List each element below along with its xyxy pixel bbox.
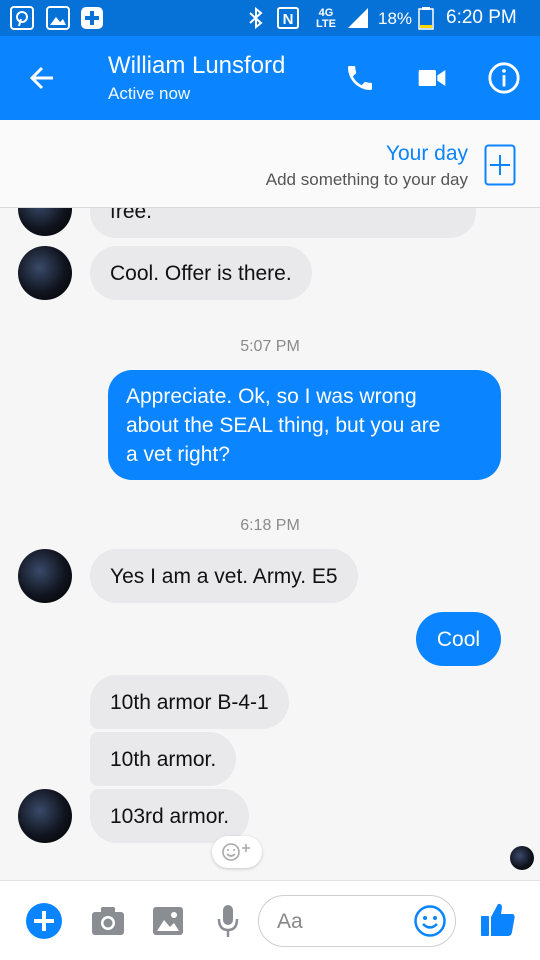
message-timestamp: 5:07 PM xyxy=(240,338,300,355)
plus-icon xyxy=(26,903,62,939)
camera-icon xyxy=(92,907,124,935)
contact-active-status: Active now xyxy=(108,84,191,103)
message-text: 10th armor B-4-1 xyxy=(110,690,269,714)
voice-message-button[interactable] xyxy=(208,901,248,941)
gallery-button[interactable] xyxy=(148,901,188,941)
message-thread[interactable]: free. Cool. Offer is there. 5:07 PM Appr… xyxy=(0,208,540,880)
your-day-title[interactable]: Your day xyxy=(386,142,468,166)
incoming-message[interactable]: 10th armor. xyxy=(90,732,237,786)
clock: 6:20 PM xyxy=(446,7,517,28)
outgoing-message[interactable]: Cool xyxy=(416,612,501,666)
status-bar: N 4G LTE 18% 6:20 PM xyxy=(0,0,540,36)
outgoing-message[interactable]: Appreciate. Ok, so I was wrong about the… xyxy=(108,370,501,480)
message-text: Cool xyxy=(436,627,481,651)
send-like-button[interactable] xyxy=(478,899,518,939)
read-receipt-avatar xyxy=(510,846,534,870)
add-to-day-plus-icon[interactable] xyxy=(484,144,516,186)
video-call-button[interactable] xyxy=(410,56,454,100)
more-actions-button[interactable] xyxy=(24,901,64,941)
contact-avatar[interactable] xyxy=(18,549,72,603)
your-day-banner[interactable]: Your day Add something to your day xyxy=(0,120,540,208)
signal-icon xyxy=(348,8,368,28)
message-input[interactable] xyxy=(277,908,407,936)
message-text: Yes I am a vet. Army. E5 xyxy=(110,564,338,588)
back-arrow-icon xyxy=(29,66,53,90)
message-line: Appreciate. Ok, so I was wrong xyxy=(126,384,417,408)
incoming-message[interactable]: Yes I am a vet. Army. E5 xyxy=(90,549,358,603)
incoming-message[interactable]: free. xyxy=(90,208,476,238)
your-day-subtitle: Add something to your day xyxy=(265,170,468,189)
back-button[interactable] xyxy=(18,54,66,102)
message-composer xyxy=(0,880,540,960)
message-text: 103rd armor. xyxy=(110,804,230,828)
emoji-button[interactable] xyxy=(413,904,447,938)
phone-icon xyxy=(348,66,372,90)
image-icon xyxy=(153,907,183,935)
gallery-notification-icon xyxy=(46,6,70,30)
contact-avatar[interactable] xyxy=(18,208,72,236)
conversation-info-button[interactable] xyxy=(482,56,526,100)
contact-avatar[interactable] xyxy=(18,246,72,300)
message-text: Cool. Offer is there. xyxy=(110,261,292,285)
incoming-message[interactable]: 10th armor B-4-1 xyxy=(90,675,289,729)
voice-call-button[interactable] xyxy=(338,56,382,100)
nfc-icon: N xyxy=(277,7,299,29)
plus-notification-icon xyxy=(81,7,103,29)
add-reaction-icon xyxy=(222,843,250,861)
emoji-icon xyxy=(414,905,446,937)
message-text: free. xyxy=(110,208,153,223)
camera-button[interactable] xyxy=(88,901,128,941)
microphone-icon xyxy=(217,905,239,937)
contact-name[interactable]: William Lunsford xyxy=(108,52,285,80)
message-line: a vet right? xyxy=(126,442,230,466)
incoming-message[interactable]: 103rd armor. xyxy=(90,789,250,843)
message-timestamp: 6:18 PM xyxy=(240,517,300,534)
video-camera-icon xyxy=(418,70,446,86)
network-type-label: 4G LTE xyxy=(316,7,336,30)
network-type-icon: 4G LTE xyxy=(312,8,340,30)
add-reaction-button[interactable] xyxy=(212,836,262,868)
conversation-header: William Lunsford Active now xyxy=(0,36,540,120)
battery-icon xyxy=(418,7,434,30)
pinterest-notification-icon xyxy=(10,6,34,30)
info-icon xyxy=(488,62,520,94)
battery-percent: 18% xyxy=(378,9,413,28)
message-line: about the SEAL thing, but you are xyxy=(126,413,441,437)
bluetooth-icon xyxy=(249,6,263,30)
message-input-wrapper[interactable] xyxy=(258,895,456,947)
incoming-message[interactable]: Cool. Offer is there. xyxy=(90,246,312,300)
message-text: 10th armor. xyxy=(110,747,217,771)
contact-avatar[interactable] xyxy=(18,789,72,843)
svg-text:N: N xyxy=(283,11,294,28)
thumbs-up-icon xyxy=(481,903,515,936)
